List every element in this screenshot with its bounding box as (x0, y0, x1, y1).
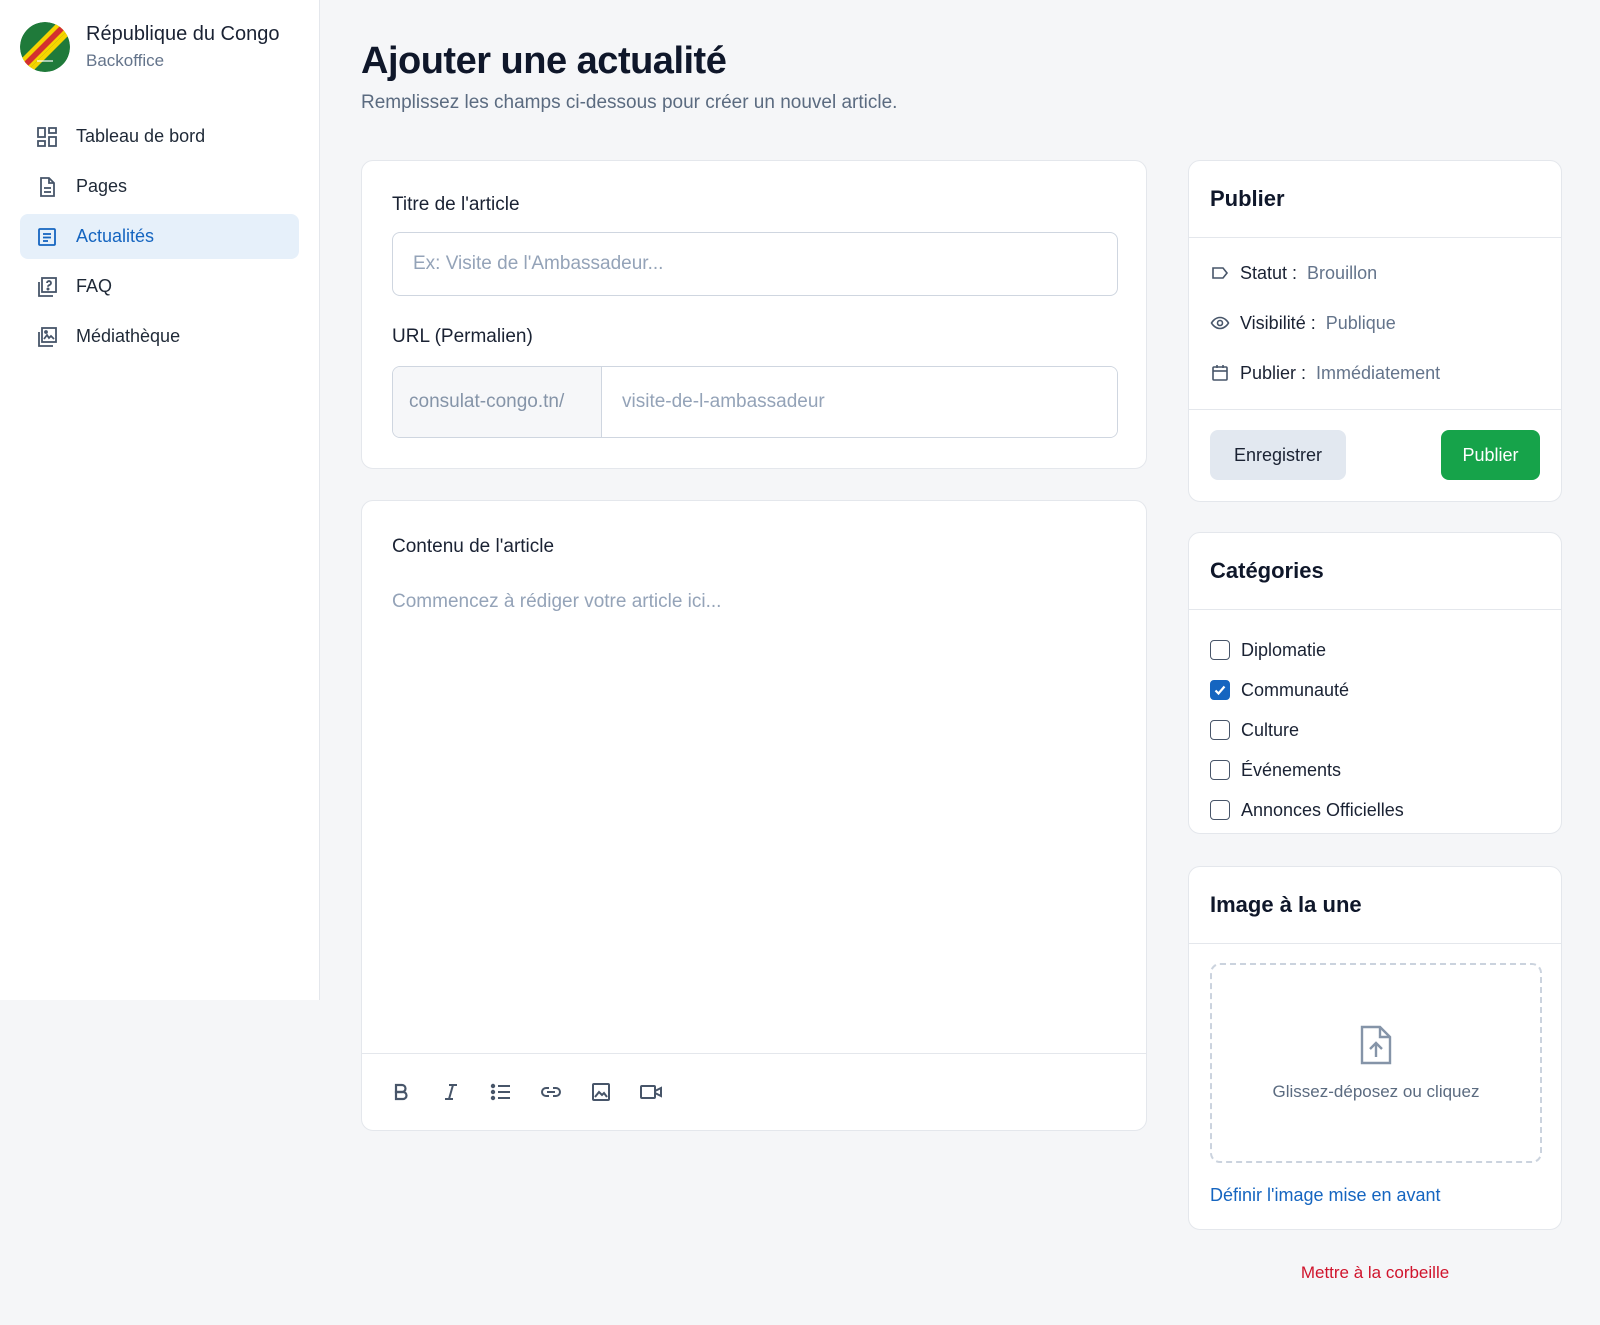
status-row: Statut : Brouillon (1189, 248, 1561, 298)
category-list: Diplomatie Communauté Culture Événements… (1189, 610, 1561, 830)
category-item[interactable]: Culture (1189, 710, 1561, 750)
news-icon (36, 226, 58, 248)
categories-card: Catégories Diplomatie Communauté Culture… (1188, 532, 1562, 834)
brand: République du Congo Backoffice (0, 0, 319, 100)
title-label: Titre de l'article (392, 194, 520, 215)
sidebar-item-pages[interactable]: Pages (20, 164, 299, 209)
eye-icon (1210, 313, 1230, 333)
url-field-group: consulat-congo.tn/ (392, 366, 1118, 438)
move-to-trash-link[interactable]: Mettre à la corbeille (1188, 1263, 1562, 1283)
file-upload-icon (1359, 1024, 1393, 1066)
page-title: Ajouter une actualité (361, 40, 727, 82)
publish-heading: Publier (1189, 161, 1561, 238)
url-label: URL (Permalien) (392, 326, 533, 347)
publish-date-label: Publier : (1240, 362, 1307, 383)
congo-flag-logo (20, 22, 70, 72)
save-button[interactable]: Enregistrer (1210, 430, 1346, 480)
featured-image-heading: Image à la une (1189, 867, 1561, 944)
url-prefix: consulat-congo.tn/ (393, 367, 602, 437)
article-content-card: Contenu de l'article (361, 500, 1147, 1131)
status-value: Brouillon (1307, 262, 1378, 283)
category-label: Communauté (1241, 679, 1350, 700)
category-item[interactable]: Événements (1189, 750, 1561, 790)
category-label: Culture (1241, 719, 1300, 740)
calendar-icon (1210, 363, 1230, 383)
checkbox[interactable] (1210, 640, 1230, 660)
video-icon[interactable] (639, 1080, 663, 1104)
categories-heading: Catégories (1189, 533, 1561, 610)
brand-title: République du Congo (86, 23, 280, 45)
italic-icon[interactable] (439, 1080, 463, 1104)
sidebar-item-label: Médiathèque (76, 326, 181, 346)
category-label: Annonces Officielles (1241, 799, 1404, 820)
checkbox[interactable] (1210, 800, 1230, 820)
category-item[interactable]: Diplomatie (1189, 630, 1561, 670)
media-icon (36, 326, 58, 348)
publish-card: Publier Statut : Brouillon Visibilité : … (1188, 160, 1562, 502)
image-dropzone[interactable]: Glissez-déposez ou cliquez (1210, 963, 1542, 1163)
featured-image-card: Image à la une Glissez-déposez ou clique… (1188, 866, 1562, 1230)
help-icon (36, 276, 58, 298)
checkbox[interactable] (1210, 760, 1230, 780)
checkbox-checked[interactable] (1210, 680, 1230, 700)
visibility-row: Visibilité : Publique (1189, 298, 1561, 348)
sidebar-item-news[interactable]: Actualités (20, 214, 299, 259)
permalink-input[interactable] (602, 367, 1117, 437)
dropzone-text: Glissez-déposez ou cliquez (1272, 1082, 1480, 1101)
bold-icon[interactable] (389, 1080, 413, 1104)
sidebar-item-label: Actualités (76, 226, 155, 246)
sidebar-item-dashboard[interactable]: Tableau de bord (20, 114, 299, 159)
article-title-input[interactable] (392, 232, 1118, 296)
set-featured-image-link[interactable]: Définir l'image mise en avant (1210, 1185, 1441, 1206)
content-label: Contenu de l'article (392, 536, 555, 557)
file-icon (36, 176, 58, 198)
publish-date-row: Publier : Immédiatement (1189, 348, 1561, 398)
visibility-value: Publique (1325, 312, 1396, 333)
tag-icon (1210, 263, 1230, 283)
sidebar-item-label: FAQ (76, 276, 113, 296)
sidebar-item-faq[interactable]: FAQ (20, 264, 299, 309)
list-icon[interactable] (489, 1080, 513, 1104)
sidebar: République du Congo Backoffice Tableau d… (0, 0, 320, 1000)
visibility-label: Visibilité : (1240, 312, 1316, 333)
publish-date-value: Immédiatement (1316, 362, 1441, 383)
category-label: Diplomatie (1241, 639, 1327, 660)
sidebar-item-media[interactable]: Médiathèque (20, 314, 299, 359)
image-icon[interactable] (589, 1080, 613, 1104)
dashboard-icon (36, 126, 58, 148)
sidebar-nav: Tableau de bord Pages Actualités FAQ Méd… (0, 114, 319, 359)
sidebar-item-label: Tableau de bord (76, 126, 206, 146)
editor-toolbar (362, 1053, 1146, 1130)
sidebar-item-label: Pages (76, 176, 128, 196)
category-item[interactable]: Annonces Officielles (1189, 790, 1561, 830)
checkbox[interactable] (1210, 720, 1230, 740)
publish-button[interactable]: Publier (1441, 430, 1540, 480)
page-subtitle: Remplissez les champs ci-dessous pour cr… (361, 92, 898, 113)
status-label: Statut : (1240, 262, 1298, 283)
article-meta-card: Titre de l'article URL (Permalien) consu… (361, 160, 1147, 469)
category-item[interactable]: Communauté (1189, 670, 1561, 710)
link-icon[interactable] (539, 1080, 563, 1104)
brand-subtitle: Backoffice (86, 51, 165, 70)
content-editor[interactable] (392, 591, 1118, 1031)
category-label: Événements (1241, 759, 1342, 780)
